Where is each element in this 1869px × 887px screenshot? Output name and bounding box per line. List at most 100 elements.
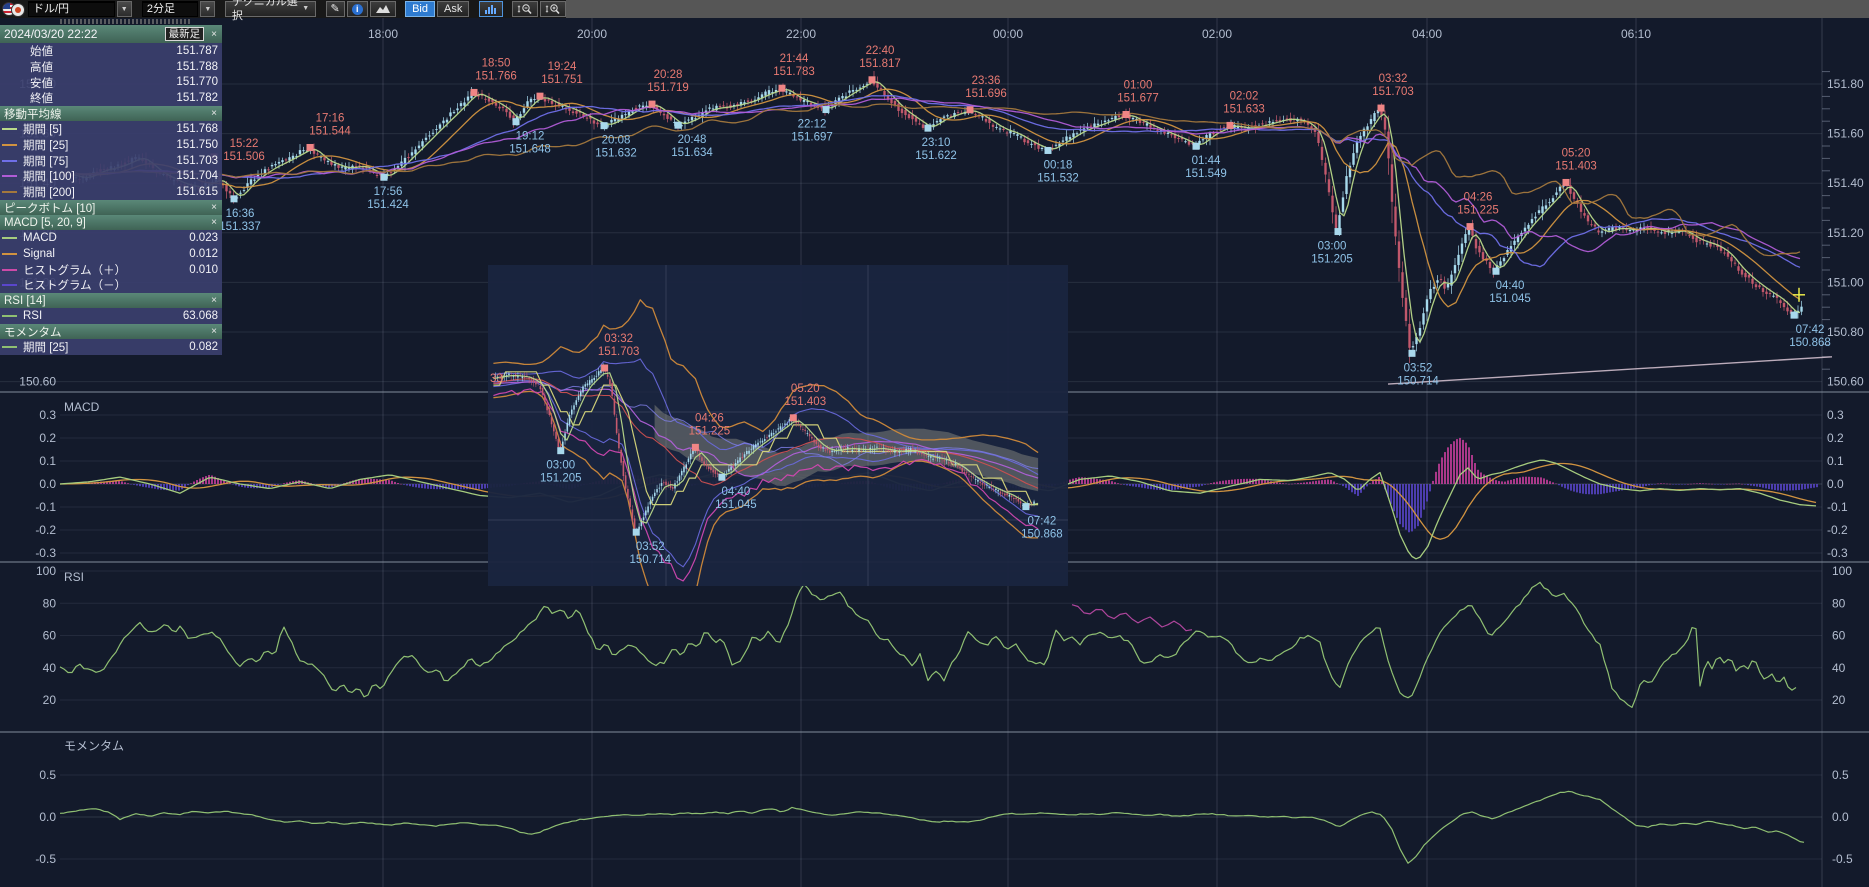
line-color-swatch: [2, 315, 17, 317]
svg-text:151.648: 151.648: [509, 144, 551, 156]
technical-select-button[interactable]: テクニカル選択 ▼: [225, 1, 316, 17]
currency-pair-flags-icon: [2, 2, 26, 17]
indicator-label: 安値: [30, 75, 176, 91]
svg-text:0.2: 0.2: [1827, 431, 1844, 445]
indicator-row: MACD0.023: [0, 230, 222, 246]
indicator-section-header: モメンタム×: [0, 324, 222, 339]
svg-text:151.677: 151.677: [1117, 93, 1159, 105]
svg-text:20:48: 20:48: [678, 134, 707, 146]
close-icon[interactable]: ×: [210, 326, 218, 337]
svg-text:-0.1: -0.1: [35, 500, 56, 514]
svg-text:150.60: 150.60: [1827, 375, 1864, 389]
svg-text:-0.2: -0.2: [35, 523, 56, 537]
chart-canvas[interactable]: 18:0020:0022:0000:0002:0004:0006:10151.8…: [0, 0, 1869, 887]
panel-drag-handle[interactable]: [60, 19, 192, 24]
indicator-row: 期間 [5]151.768: [0, 121, 222, 137]
svg-text:02:00: 02:00: [1202, 27, 1232, 41]
indicator-label: Signal: [23, 248, 189, 260]
svg-text:20:00: 20:00: [577, 27, 607, 41]
svg-text:100: 100: [1832, 564, 1852, 578]
svg-text:06:10: 06:10: [1621, 27, 1651, 41]
indicator-value: 151.782: [176, 92, 218, 104]
indicator-row: ヒストグラム（－）: [0, 278, 222, 294]
line-color-swatch: [2, 346, 17, 348]
svg-text:0.2: 0.2: [39, 431, 56, 445]
draw-pencil-button[interactable]: ✎: [326, 1, 345, 17]
svg-text:60: 60: [43, 629, 57, 643]
line-color-swatch: [2, 191, 17, 193]
svg-text:22:40: 22:40: [866, 45, 895, 57]
section-title: ピークボトム [10]: [4, 200, 210, 216]
svg-text:151.696: 151.696: [965, 88, 1007, 100]
line-color-swatch: [2, 237, 17, 239]
svg-text:151.506: 151.506: [223, 151, 265, 163]
svg-text:151.60: 151.60: [1827, 127, 1864, 141]
svg-text:00:00: 00:00: [993, 27, 1023, 41]
svg-text:151.20: 151.20: [1827, 226, 1864, 240]
svg-text:-0.3: -0.3: [35, 546, 56, 560]
svg-text:150.714: 150.714: [1397, 375, 1439, 387]
technical-select-label: テクニカル選択: [232, 0, 299, 23]
indicator-row: RSI63.068: [0, 308, 222, 324]
svg-text:151.205: 151.205: [1311, 254, 1353, 266]
section-title: 移動平均線: [4, 106, 210, 122]
indicator-label: ヒストグラム（－）: [23, 277, 218, 293]
indicator-label: 終値: [30, 90, 176, 106]
indicator-row: 高値151.788: [0, 59, 222, 75]
section-title: MACD [5, 20, 9]: [4, 217, 210, 229]
timeframe-dropdown-button[interactable]: ▼: [200, 1, 215, 17]
svg-text:20: 20: [1832, 693, 1846, 707]
svg-text:151.703: 151.703: [1372, 86, 1414, 98]
zoom-in-icon: [545, 3, 561, 15]
indicator-section-header: ピークボトム [10]×: [0, 200, 222, 215]
svg-text:RSI: RSI: [64, 570, 84, 584]
svg-text:40: 40: [1832, 661, 1846, 675]
indicator-rows: 始値151.787高値151.788安値151.770終値151.782移動平均…: [0, 43, 222, 355]
svg-text:60: 60: [1832, 629, 1846, 643]
currency-pair-dropdown-button[interactable]: ▼: [117, 1, 132, 17]
volume-chart-button[interactable]: [479, 1, 503, 17]
zoom-out-button[interactable]: [512, 1, 538, 17]
close-icon[interactable]: ×: [210, 202, 218, 213]
svg-text:150.80: 150.80: [1827, 325, 1864, 339]
svg-text:0.0: 0.0: [1832, 810, 1849, 824]
svg-text:0.5: 0.5: [1832, 768, 1849, 782]
indicator-value: 0.010: [189, 264, 218, 276]
pencil-icon: ✎: [331, 2, 340, 16]
indicator-row: 期間 [25]151.750: [0, 137, 222, 153]
indicator-row: Signal0.012: [0, 246, 222, 262]
indicator-label: RSI: [23, 310, 183, 322]
svg-text:03:32: 03:32: [1379, 73, 1408, 85]
svg-text:18:50: 18:50: [482, 57, 511, 69]
ask-button[interactable]: Ask: [437, 1, 469, 17]
svg-text:151.225: 151.225: [689, 425, 731, 437]
zoom-out-icon: [517, 3, 533, 15]
timeframe-select[interactable]: 2分足: [142, 1, 198, 17]
svg-text:151.632: 151.632: [595, 148, 637, 160]
info-button[interactable]: i: [347, 1, 368, 17]
close-icon[interactable]: ×: [210, 108, 218, 119]
indicator-label: 期間 [5]: [23, 121, 176, 137]
indicator-value: 151.770: [176, 76, 218, 88]
close-icon[interactable]: ×: [210, 217, 218, 228]
bid-button[interactable]: Bid: [405, 1, 435, 17]
svg-text:18:00: 18:00: [368, 27, 398, 41]
svg-text:151.532: 151.532: [1037, 172, 1079, 184]
section-title: RSI [14]: [4, 295, 210, 307]
close-icon[interactable]: ×: [210, 29, 218, 40]
latest-candle-button[interactable]: 最新足: [165, 27, 205, 41]
svg-text:0.1: 0.1: [39, 454, 56, 468]
svg-text:モメンタム: モメンタム: [64, 739, 124, 753]
currency-pair-select[interactable]: ドル/円: [28, 1, 115, 17]
zoom-in-button[interactable]: [540, 1, 566, 17]
toolbar-controls: ドル/円 ▼ 2分足 ▼ テクニカル選択 ▼ ✎ i Bid Ask: [0, 0, 566, 18]
indicator-label: 期間 [25]: [23, 137, 176, 153]
chart-type-button[interactable]: [370, 1, 396, 17]
svg-text:40: 40: [43, 661, 57, 675]
svg-text:151.80: 151.80: [1827, 77, 1864, 91]
indicator-value: 63.068: [183, 310, 218, 322]
line-color-swatch: [2, 160, 17, 162]
close-icon[interactable]: ×: [210, 295, 218, 306]
svg-text:150.60: 150.60: [19, 375, 56, 389]
svg-text:03:52: 03:52: [1404, 362, 1433, 374]
